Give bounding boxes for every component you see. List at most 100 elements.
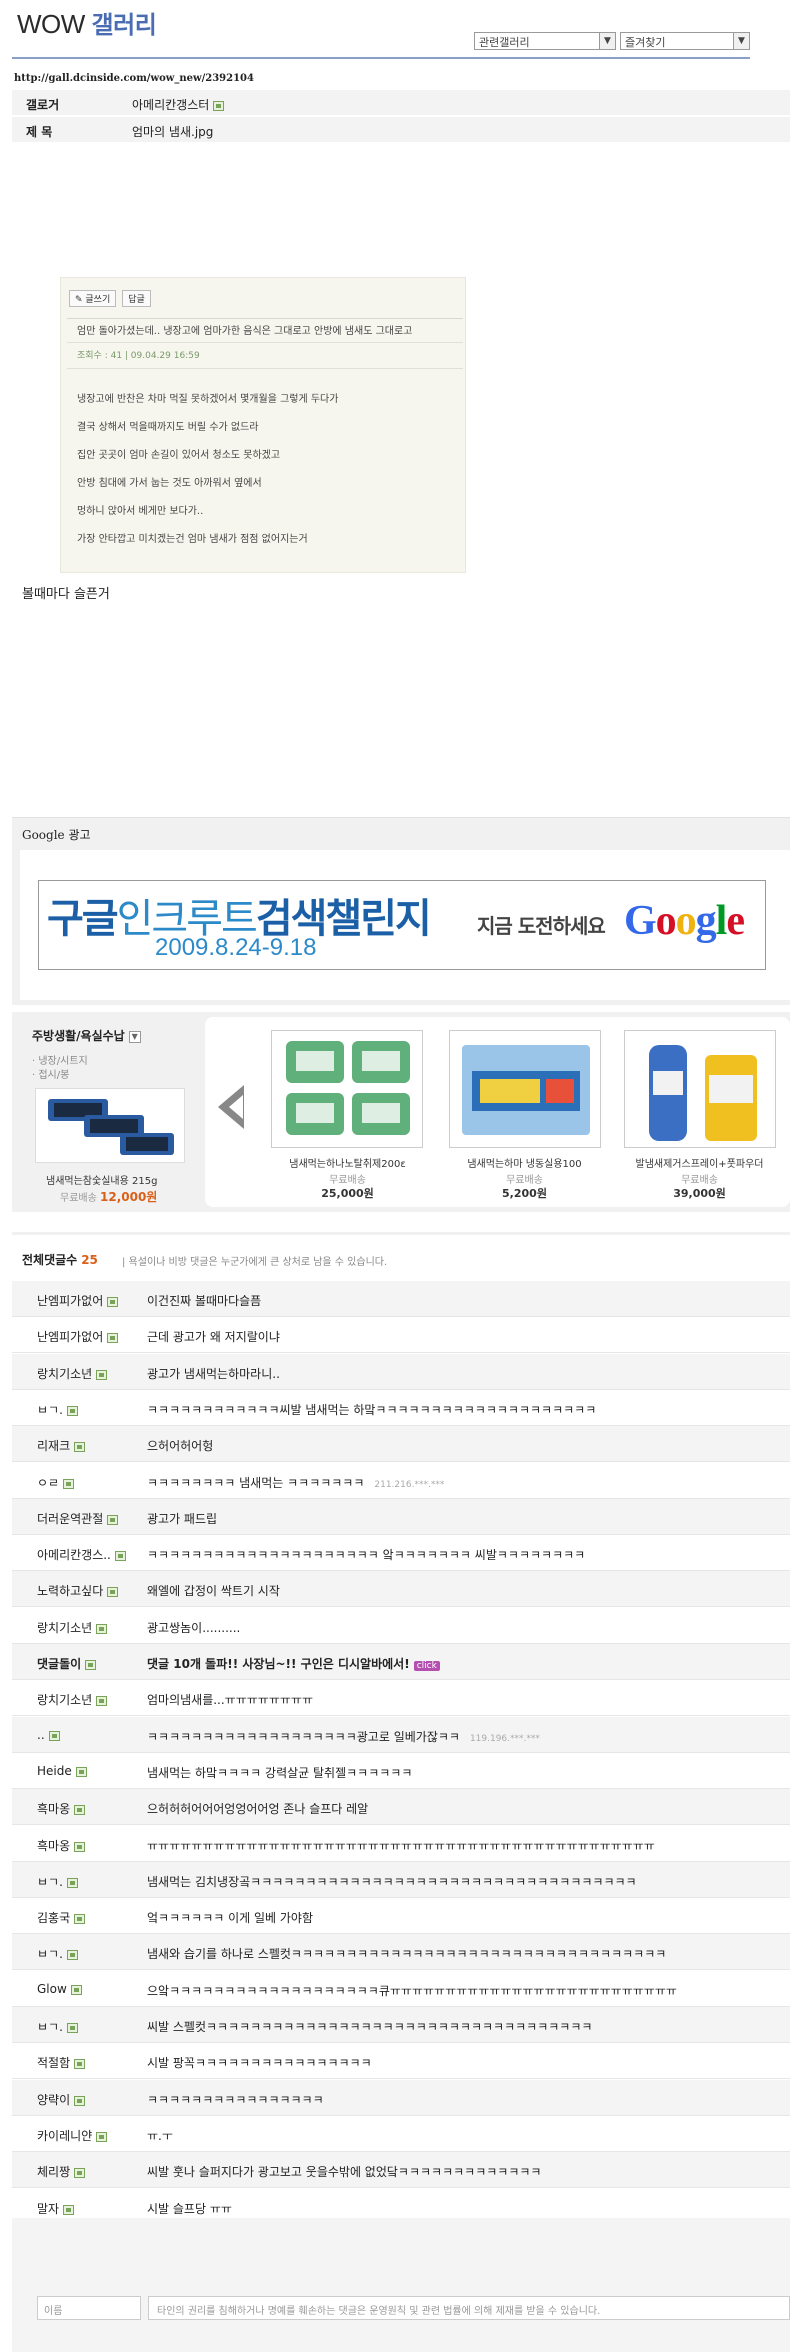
gallog-icon[interactable] — [74, 2058, 86, 2069]
gallog-icon[interactable] — [75, 1766, 87, 1777]
gallog-icon[interactable] — [66, 1877, 78, 1888]
click-badge[interactable]: click — [413, 1661, 440, 1671]
comment-nickname[interactable]: 적절함 — [37, 2054, 86, 2071]
comment-nickname-text[interactable]: ㅂㄱ. — [37, 2020, 63, 2034]
comment-nickname[interactable]: 체리짱 — [37, 2163, 86, 2180]
gallog-icon[interactable] — [213, 100, 225, 111]
comment-nickname-text[interactable]: 랑치기소년 — [37, 1367, 92, 1381]
comment-nickname[interactable]: ㅂㄱ. — [37, 1873, 78, 1890]
favorites-select[interactable]: 즐겨찾기 ▼ — [620, 32, 750, 50]
comment-nickname-text[interactable]: Glow — [37, 1982, 67, 1996]
comment-nickname[interactable]: ㅇㄹ — [37, 1474, 75, 1491]
comment-nickname-text[interactable]: 흑마옹 — [37, 1802, 70, 1816]
gallog-icon[interactable] — [74, 1804, 86, 1815]
comment-nickname-text[interactable]: 말자 — [37, 2202, 59, 2216]
writer-value[interactable]: 아메리칸갱스터 — [132, 96, 225, 113]
comment-nickname-text[interactable]: 노력하고싶다 — [37, 1584, 103, 1598]
gallog-icon[interactable] — [66, 1949, 78, 1960]
comment-nickname-text[interactable]: 체리짱 — [37, 2165, 70, 2179]
comment-nickname[interactable]: 랑치기소년 — [37, 1619, 108, 1636]
main-product-name[interactable]: 냄새먹는참숯실내용 215g — [46, 1172, 157, 1187]
comment-nickname[interactable]: 흑마옹 — [37, 1800, 86, 1817]
comment-nickname-text[interactable]: 흑마옹 — [37, 1839, 70, 1853]
gallog-icon[interactable] — [107, 1332, 119, 1343]
shopping-subcategory[interactable]: · 접시/봉 — [32, 1066, 69, 1081]
comment-nickname[interactable]: 양략이 — [37, 2091, 86, 2108]
comment-nickname[interactable]: 노력하고싶다 — [37, 1582, 119, 1599]
comment-nickname-text[interactable]: ㅂㄱ. — [37, 1947, 63, 1961]
comment-nickname[interactable]: 난엠피가없어 — [37, 1328, 119, 1345]
gallog-icon[interactable] — [96, 2131, 108, 2142]
comment-nickname[interactable]: 김홍국 — [37, 1909, 86, 1926]
product-image[interactable] — [449, 1030, 601, 1148]
gallog-icon[interactable] — [96, 1369, 108, 1380]
comment-nickname[interactable]: 아메리칸갱스.. — [37, 1546, 126, 1563]
gallog-icon[interactable] — [74, 2167, 86, 2178]
comment-nickname-text[interactable]: ㅇㄹ — [37, 1476, 59, 1490]
comment-nickname[interactable]: 카이레니얀 — [37, 2127, 108, 2144]
comment-nickname-text[interactable]: 난엠피가없어 — [37, 1330, 103, 1344]
gallery-title[interactable]: WOW 갤러리 — [17, 5, 157, 40]
gallog-icon[interactable] — [107, 1586, 119, 1597]
comment-nickname[interactable]: Glow — [37, 1982, 82, 1996]
comment-nickname-text[interactable]: ㅂㄱ. — [37, 1875, 63, 1889]
comment-nickname-text[interactable]: Heide — [37, 1764, 72, 1778]
main-product-image[interactable] — [35, 1088, 185, 1163]
gallog-icon[interactable] — [107, 1296, 119, 1307]
comment-nickname[interactable]: 더러운역관절 — [37, 1510, 119, 1527]
gallog-icon[interactable] — [74, 1913, 86, 1924]
comment-nickname-text[interactable]: 댓글돌이 — [37, 1657, 81, 1671]
related-gallery-select[interactable]: 관련갤러리 ▼ — [474, 32, 616, 50]
comment-nickname[interactable]: 댓글돌이 — [37, 1655, 97, 1672]
post-url[interactable]: http://gall.dcinside.com/wow_new/2392104 — [14, 73, 254, 84]
gallog-icon[interactable] — [63, 1478, 75, 1489]
comment-nickname[interactable]: ㅂㄱ. — [37, 1401, 78, 1418]
comment-nickname[interactable]: 난엠피가없어 — [37, 1292, 119, 1309]
product-name[interactable]: 냄새먹는하나노탈취제200ε — [260, 1155, 435, 1170]
gallog-icon[interactable] — [74, 1841, 86, 1852]
gallog-icon[interactable] — [74, 1441, 86, 1452]
gallog-icon[interactable] — [48, 1730, 60, 1741]
shopping-category[interactable]: 주방생활/욕실수납 ▼ — [32, 1027, 141, 1044]
comment-nickname-text[interactable]: 리재크 — [37, 1439, 70, 1453]
product-name[interactable]: 냄새먹는하마 냉동실용100 — [437, 1155, 612, 1170]
comment-nickname-text[interactable]: 랑치기소년 — [37, 1621, 92, 1635]
gallog-icon[interactable] — [85, 1659, 97, 1670]
subcategory-label[interactable]: 접시/봉 — [38, 1070, 69, 1081]
writer-name[interactable]: 아메리칸갱스터 — [132, 98, 209, 112]
product-image[interactable] — [271, 1030, 423, 1148]
banner-cta[interactable]: 지금 도전하세요 — [477, 910, 606, 939]
gallog-icon[interactable] — [96, 1695, 108, 1706]
comment-nickname-text[interactable]: 양략이 — [37, 2093, 70, 2107]
comment-nickname[interactable]: 랑치기소년 — [37, 1365, 108, 1382]
gallog-icon[interactable] — [107, 1514, 119, 1525]
gallog-icon[interactable] — [66, 2022, 78, 2033]
comment-nickname-text[interactable]: 아메리칸갱스.. — [37, 1548, 111, 1562]
comment-nickname-text[interactable]: 김홍국 — [37, 1911, 70, 1925]
comment-nickname[interactable]: Heide — [37, 1764, 87, 1778]
comment-nickname-text[interactable]: 카이레니얀 — [37, 2129, 92, 2143]
gallog-icon[interactable] — [70, 1984, 82, 1995]
gallog-icon[interactable] — [66, 1405, 78, 1416]
comment-nickname[interactable]: ㅂㄱ. — [37, 2018, 78, 2035]
comment-nickname-text[interactable]: 적절함 — [37, 2056, 70, 2070]
gallog-icon[interactable] — [74, 2095, 86, 2106]
comment-nickname[interactable]: 흑마옹 — [37, 1837, 86, 1854]
comment-nickname-text[interactable]: ㅂㄱ. — [37, 1403, 63, 1417]
chevron-down-icon[interactable]: ▼ — [128, 1030, 141, 1043]
shopping-subcategory[interactable]: · 냉장/시트지 — [32, 1052, 88, 1067]
comment-nickname[interactable]: 랑치기소년 — [37, 1691, 108, 1708]
comment-nickname[interactable]: .. — [37, 1728, 60, 1742]
comment-nickname-text[interactable]: 더러운역관절 — [37, 1512, 103, 1526]
product-image[interactable] — [624, 1030, 776, 1148]
comment-nickname-text[interactable]: 랑치기소년 — [37, 1693, 92, 1707]
gallog-icon[interactable] — [63, 2204, 75, 2215]
comment-nickname[interactable]: ㅂㄱ. — [37, 1945, 78, 1962]
comment-text-input[interactable]: 타인의 권리를 침해하거나 명예를 훼손하는 댓글은 운영원칙 및 관련 법률에… — [148, 2296, 790, 2320]
product-name[interactable]: 발냄새제거스프레이+풋파우더 — [612, 1155, 787, 1170]
gallog-icon[interactable] — [114, 1550, 126, 1561]
comment-name-input[interactable]: 이름 — [37, 2296, 141, 2320]
comment-nickname[interactable]: 말자 — [37, 2200, 75, 2217]
gallog-icon[interactable] — [96, 1623, 108, 1634]
comment-nickname[interactable]: 리재크 — [37, 1437, 86, 1454]
